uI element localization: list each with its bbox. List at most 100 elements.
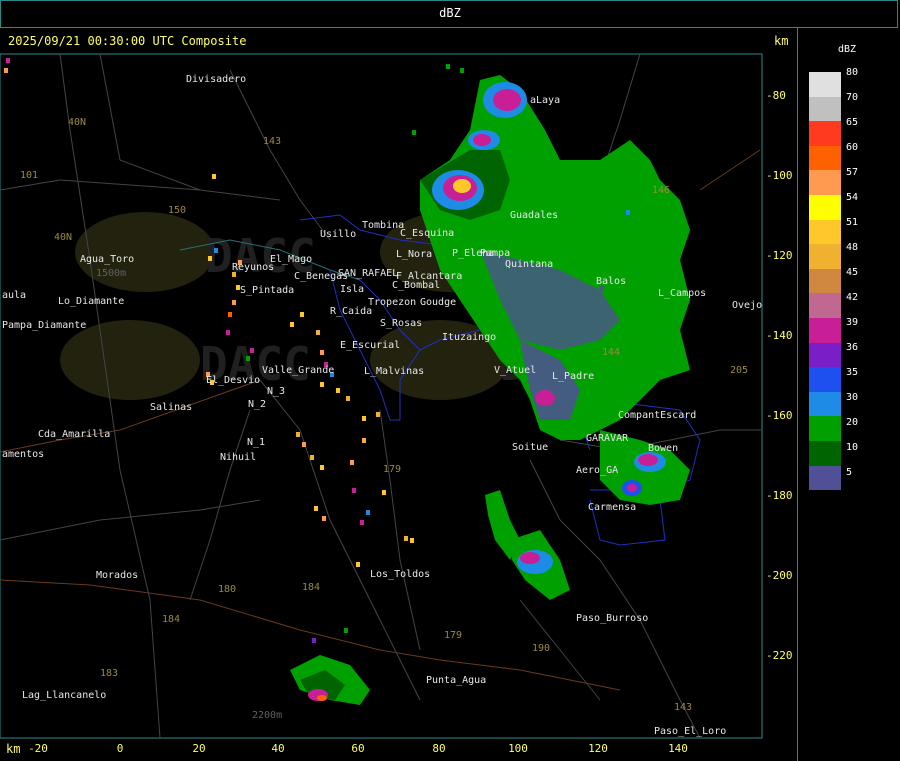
echo-pixel <box>376 412 380 417</box>
legend-label: 57 <box>846 167 859 178</box>
place-label: Nihuil <box>220 452 256 463</box>
route-number-label: 146 <box>652 185 670 196</box>
y-tick-label: -180 <box>766 489 793 502</box>
echo-pixel <box>366 510 370 515</box>
legend-swatch <box>809 145 841 171</box>
echo-pixel <box>214 248 218 253</box>
place-label: S_Pintada <box>240 285 294 296</box>
window-title: dBZ <box>439 6 461 20</box>
x-tick-label: 0 <box>117 742 124 755</box>
legend-swatch <box>809 342 841 368</box>
echo-core <box>317 695 327 701</box>
route-number-label: 101 <box>20 170 38 181</box>
place-label: Reyunos <box>232 262 274 273</box>
legend-title: dBZ <box>838 44 857 55</box>
place-label: Balos <box>596 276 626 287</box>
x-tick-label: 140 <box>668 742 688 755</box>
echo-pixel <box>290 322 294 327</box>
legend-swatch <box>809 465 841 491</box>
echo-pixel <box>4 68 8 73</box>
legend-labels: 80 70 65 60 57 54 51 48 45 42 39 36 35 30 20 10 5 <box>846 66 886 486</box>
echo-pixel <box>350 460 354 465</box>
y-tick-label: -200 <box>766 569 793 582</box>
place-label: Agua_Toro <box>80 254 134 265</box>
echo-pixel <box>6 58 10 63</box>
place-label: Morados <box>96 570 138 581</box>
place-label: El_Desvio <box>206 375 260 386</box>
route-number-label: 183 <box>100 668 118 679</box>
place-label: Isla <box>340 284 364 295</box>
place-label: S_Rosas <box>380 318 422 329</box>
y-axis-unit: km <box>774 34 789 48</box>
place-label: Divisadero <box>186 74 246 85</box>
legend-swatch <box>809 367 841 392</box>
legend-swatch <box>809 391 841 417</box>
echo-pixel <box>302 442 306 447</box>
route-number-label: 150 <box>168 205 186 216</box>
place-label: Tombina <box>362 220 404 231</box>
legend-swatch <box>809 219 841 245</box>
place-label: Pampa_Diamante <box>2 320 86 331</box>
echo-pixel <box>320 382 324 387</box>
place-label: L_Padre <box>552 371 594 382</box>
place-label: Tropezon <box>368 297 416 308</box>
route-line <box>229 69 331 241</box>
echo-pixel <box>626 210 630 215</box>
route-number-label: 144 <box>602 347 620 358</box>
place-label: CompantEscard <box>618 410 696 421</box>
echo-pixel <box>344 628 348 633</box>
place-label: Paso_Burroso <box>576 613 648 624</box>
echo-core <box>638 454 658 466</box>
echo-pixel <box>208 256 212 261</box>
x-tick-label: -20 <box>28 742 48 755</box>
place-label: Lo_Diamante <box>58 296 124 307</box>
echo-pixel <box>314 506 318 511</box>
place-label: Lag_Llancanelo <box>22 690 106 701</box>
x-tick-label: 40 <box>271 742 284 755</box>
legend-label: 65 <box>846 117 859 128</box>
place-label: V_Atuel <box>494 365 536 376</box>
route-number-label: 143 <box>674 702 692 713</box>
place-label: C_Benegas <box>294 271 348 282</box>
place-label: Salinas <box>150 402 192 413</box>
route-number-label: 40N <box>54 232 72 243</box>
echo-core <box>535 390 555 406</box>
route-number-label: 205 <box>730 365 748 376</box>
echo-pixel <box>310 455 314 460</box>
place-label: C_Bombal <box>392 280 440 291</box>
legend-label: 45 <box>846 267 859 278</box>
legend-swatch <box>809 268 841 294</box>
place-label: L_Malvinas <box>364 366 424 377</box>
echo-pixel <box>320 350 324 355</box>
echo-core <box>627 484 637 492</box>
echo-pixel <box>410 538 414 543</box>
echo-pixel <box>446 64 450 69</box>
legend-label: 20 <box>846 417 859 428</box>
route-number-label: 184 <box>162 614 180 625</box>
radar-map[interactable]: DACC DACC DACC DACC <box>0 28 798 761</box>
watermark-logo-1: DACC <box>75 212 316 292</box>
radar-echoes <box>290 75 690 705</box>
y-tick-label: -80 <box>766 89 786 102</box>
legend-swatch <box>809 72 841 97</box>
y-tick-label: -120 <box>766 249 793 262</box>
legend-swatch <box>809 416 841 441</box>
legend-label: 80 <box>846 67 859 78</box>
legend-label: 5 <box>846 467 853 478</box>
elevation-label: 2200m <box>252 710 282 721</box>
place-label: Valle_Grande <box>262 365 334 376</box>
route-line <box>0 179 201 191</box>
place-label: Aero_GA <box>576 465 618 476</box>
echo-pixel <box>360 520 364 525</box>
legend-label: 36 <box>846 342 859 353</box>
place-label: C_Esquina <box>400 228 454 239</box>
echo-core <box>453 179 471 193</box>
echo-pixel <box>460 68 464 73</box>
x-tick-label: 80 <box>432 742 445 755</box>
place-label: Guadales <box>510 210 558 221</box>
echo-pixel <box>362 438 366 443</box>
legend-label: 70 <box>846 92 859 103</box>
place-label: N_1 <box>247 437 265 448</box>
boundary-line <box>0 579 381 651</box>
legend-label: 60 <box>846 142 859 153</box>
